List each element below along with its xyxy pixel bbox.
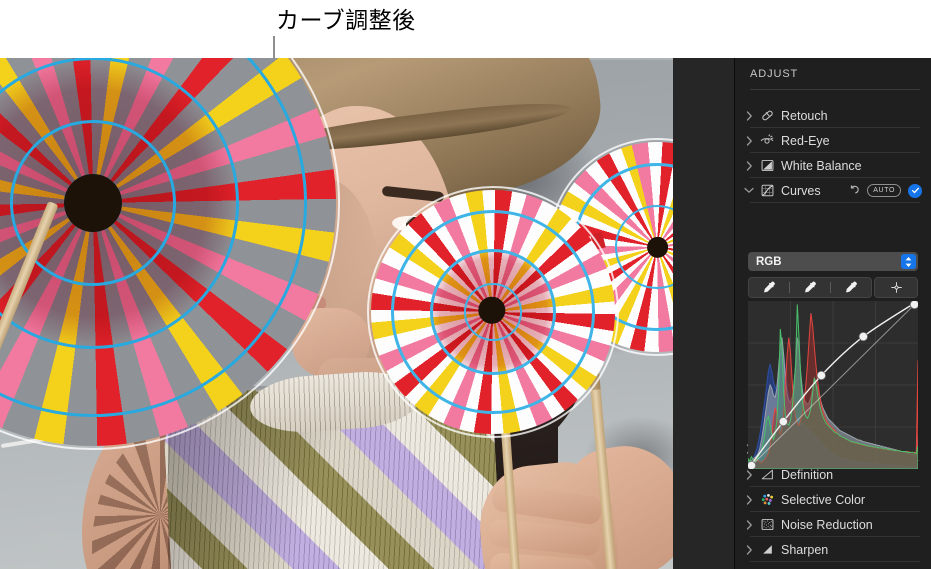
callout-label: カーブ調整後: [276, 8, 416, 34]
chevron-right-icon[interactable]: [741, 519, 757, 530]
sidebar-item-label: Red-Eye: [781, 133, 830, 148]
selective-color-icon: [757, 492, 777, 508]
row-separator: [750, 202, 920, 203]
curve-editor[interactable]: [748, 301, 918, 469]
gray-point-eyedropper-icon[interactable]: [790, 278, 830, 297]
canvas-gutter: [673, 58, 734, 569]
retouch-icon: [757, 108, 777, 124]
chevron-down-icon[interactable]: [741, 187, 757, 194]
callout-leader-line: [273, 36, 275, 60]
sidebar-item-noise-reduction[interactable]: Noise Reduction: [735, 512, 931, 537]
crosshair-icon: [890, 282, 902, 293]
target-adjust-tool-button[interactable]: [874, 277, 918, 298]
white-point-eyedropper-icon[interactable]: [831, 278, 871, 297]
sidebar-item-label: Retouch: [781, 108, 828, 123]
sidebar-item-vignette[interactable]: Vignette: [735, 562, 931, 569]
auto-button[interactable]: AUTO: [867, 184, 901, 197]
sidebar-item-label: Noise Reduction: [781, 517, 873, 532]
channel-select[interactable]: RGB: [748, 252, 918, 271]
sidebar-item-label: Sharpen: [781, 542, 829, 557]
editor-area: ADJUST Retouch Red-Eye White Balance Curves…: [0, 58, 931, 569]
curve-control-point[interactable]: [909, 301, 918, 310]
adjust-header: ADJUST: [750, 68, 799, 80]
header-rule: [750, 89, 920, 90]
curve-control-point[interactable]: [816, 370, 826, 381]
chevron-right-icon[interactable]: [741, 544, 757, 555]
screenshot-root: カーブ調整後 ADJUST Retouch Red-Eye White Bala…: [0, 0, 931, 569]
sidebar-item-selective-color[interactable]: Selective Color: [735, 487, 931, 512]
enable-toggle-checkbox[interactable]: [908, 183, 922, 198]
chevron-right-icon[interactable]: [741, 469, 757, 480]
curves-toolbar: [748, 277, 918, 298]
sidebar-item-retouch[interactable]: Retouch: [735, 103, 931, 128]
sidebar-item-label: Selective Color: [781, 492, 866, 507]
sidebar-item-sharpen[interactable]: Sharpen: [735, 537, 931, 562]
adjust-sidebar: ADJUST Retouch Red-Eye White Balance Curves…: [735, 58, 931, 569]
curve-control-point[interactable]: [858, 331, 868, 342]
channel-select-label: RGB: [756, 255, 782, 268]
curves-row-actions: AUTO: [849, 182, 922, 200]
sidebar-item-red-eye[interactable]: Red-Eye: [735, 128, 931, 153]
chevron-right-icon[interactable]: [741, 135, 757, 146]
red-eye-icon: [757, 133, 777, 149]
chevron-right-icon[interactable]: [741, 160, 757, 171]
sidebar-item-label: Curves: [781, 183, 821, 198]
eyedropper-group: [748, 277, 872, 298]
chevron-updown-icon[interactable]: [901, 254, 916, 269]
sidebar-item-white-balance[interactable]: White Balance: [735, 153, 931, 178]
sidebar-item-label: White Balance: [781, 158, 862, 173]
chevron-right-icon[interactable]: [741, 494, 757, 505]
reset-icon[interactable]: [849, 182, 860, 200]
sidebar-item-label: Definition: [781, 467, 834, 482]
photo-canvas[interactable]: [0, 58, 673, 569]
sidebar-item-curves[interactable]: Curves AUTO: [735, 178, 931, 203]
white-balance-icon: [757, 158, 777, 174]
curve-control-point[interactable]: [748, 460, 757, 469]
curve-control-point[interactable]: [778, 416, 788, 427]
chevron-right-icon[interactable]: [741, 110, 757, 121]
black-point-eyedropper-icon[interactable]: [749, 278, 789, 297]
sharpen-icon: [757, 542, 777, 558]
noise-reduction-icon: [757, 517, 777, 533]
curves-icon: [757, 183, 777, 199]
